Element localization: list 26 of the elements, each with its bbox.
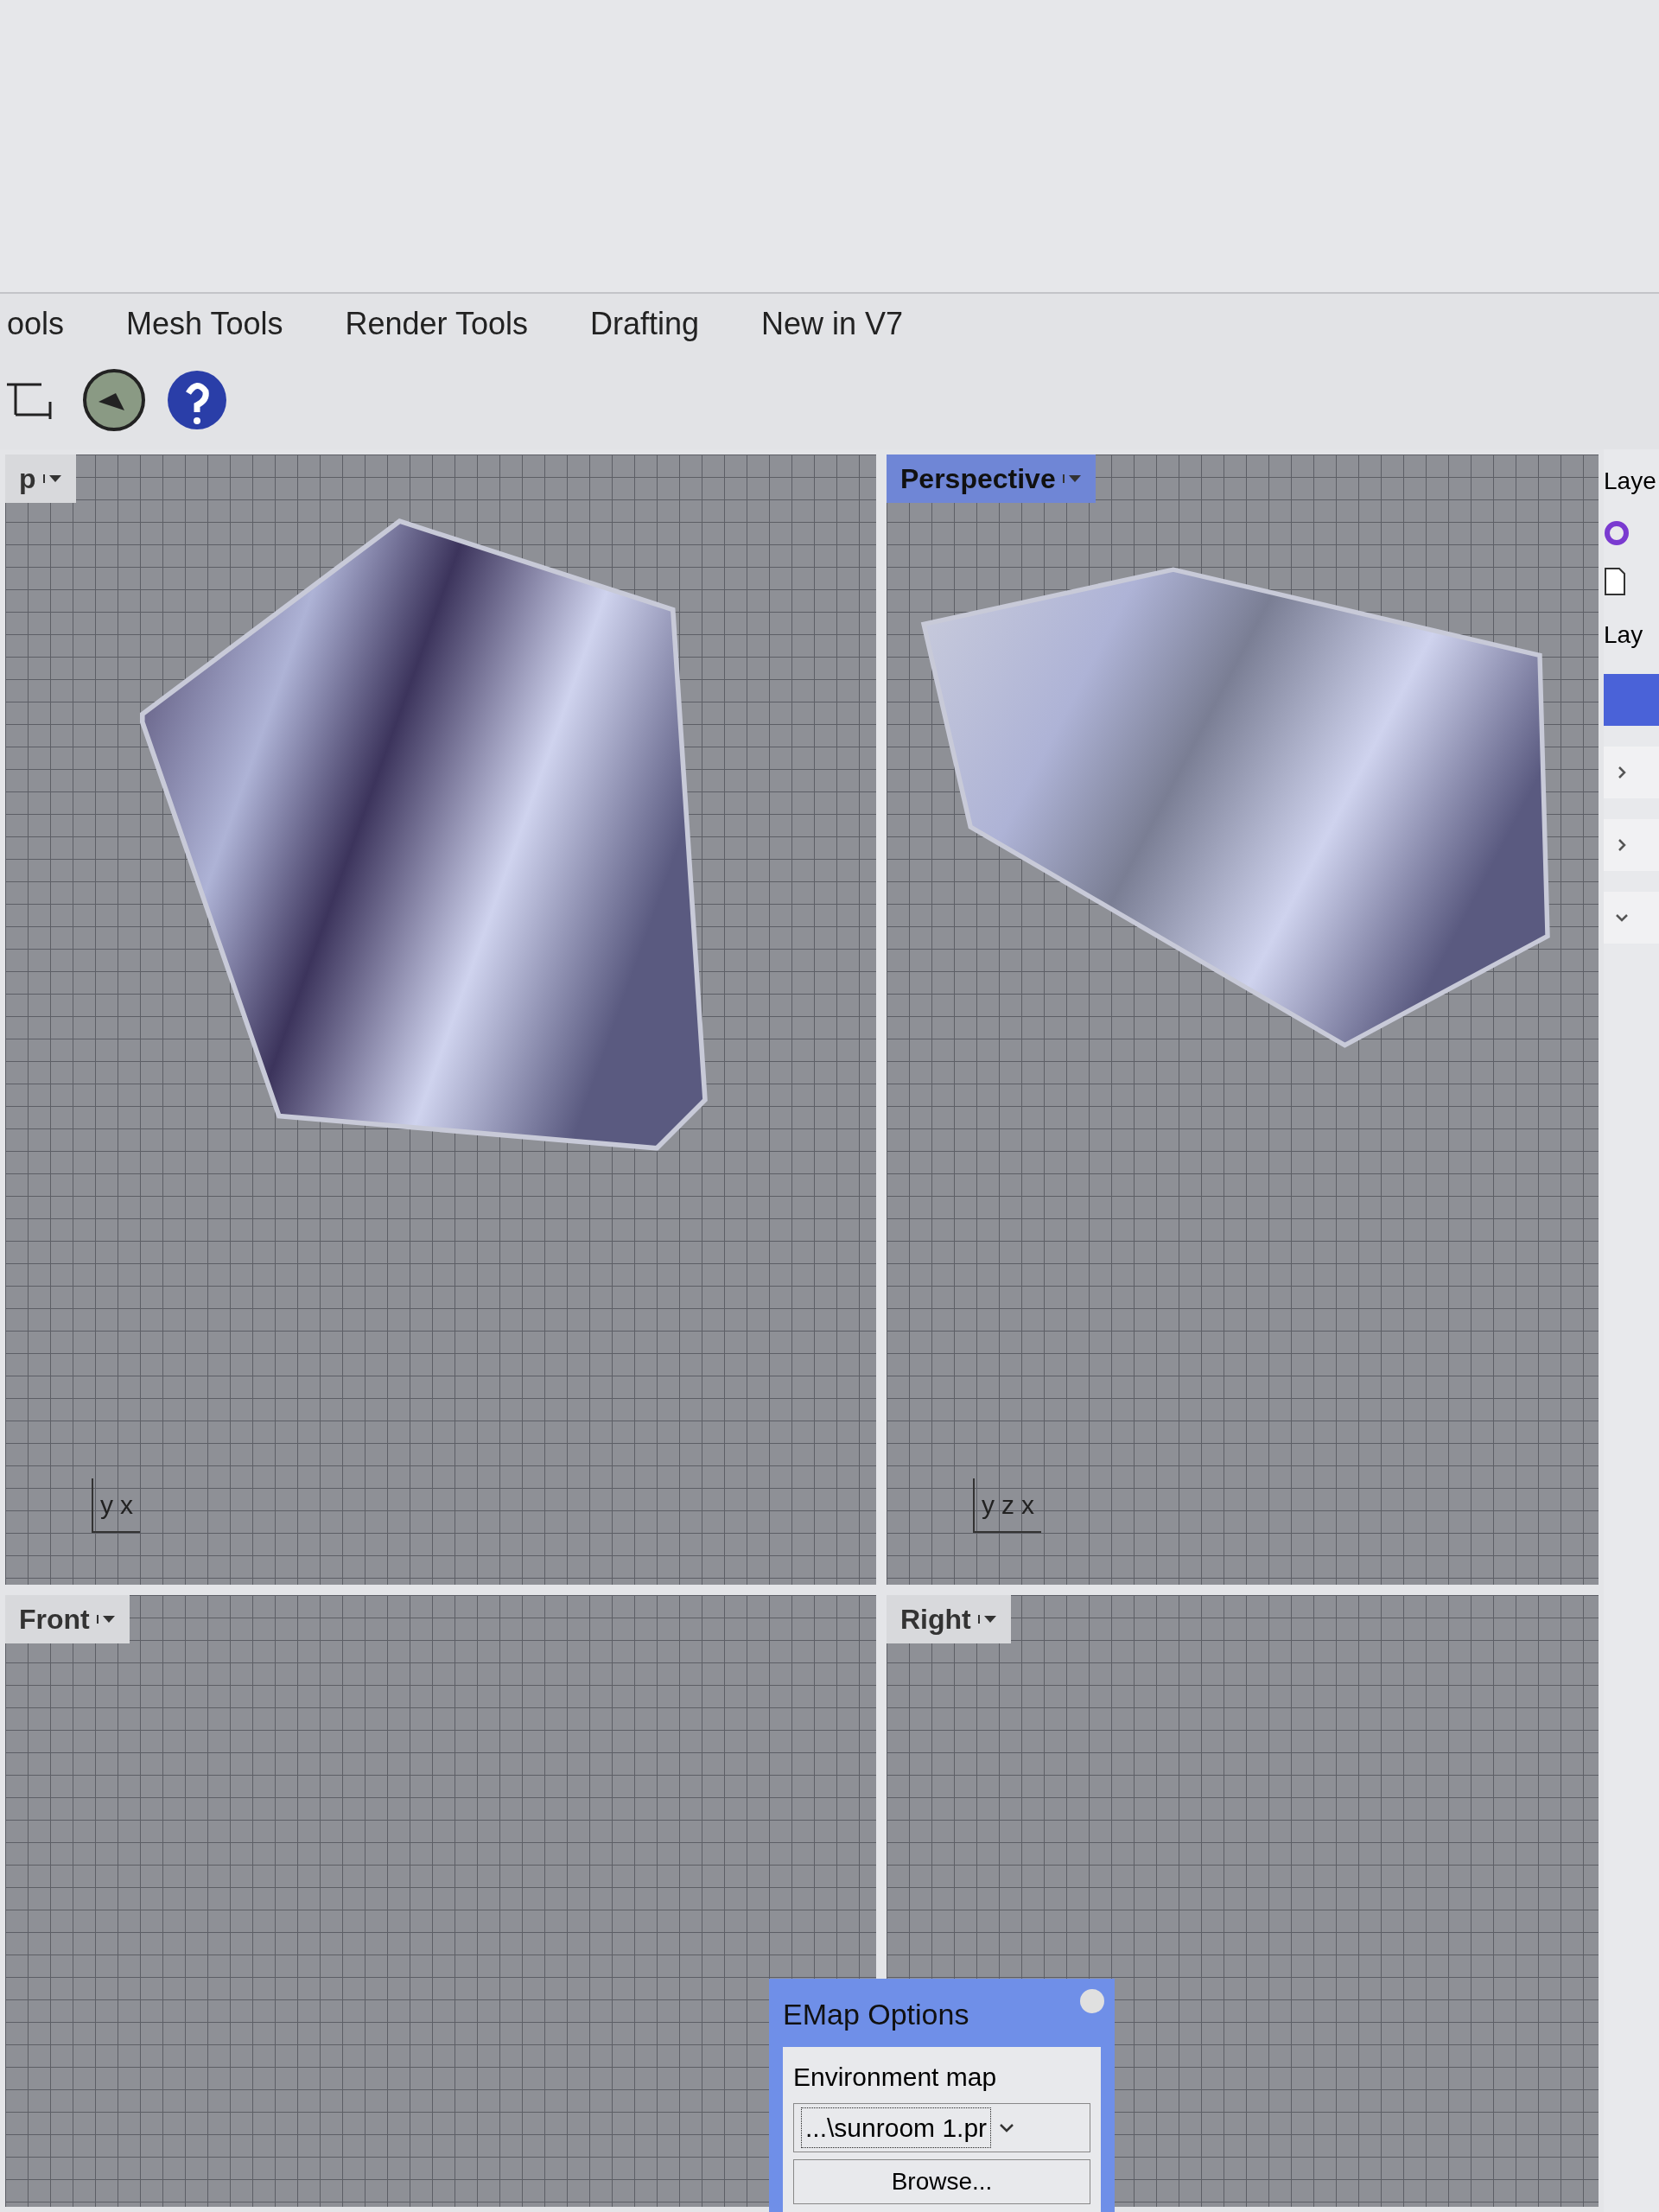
viewport-title[interactable]: Perspective [887, 454, 1096, 503]
dialog-title: EMap Options [783, 1997, 969, 2032]
caret-icon[interactable] [48, 474, 62, 483]
field-label: Environment map [793, 2062, 998, 2093]
viewport-title[interactable]: Front [5, 1595, 130, 1643]
column-header: Lay [1604, 620, 1644, 650]
axis-label: y [982, 1490, 995, 1521]
toolbar-tab[interactable]: New in V7 [754, 301, 911, 347]
toolbar-tab[interactable]: Mesh Tools [119, 301, 290, 347]
toolbar-tab[interactable]: Render Tools [338, 301, 535, 347]
caret-icon[interactable] [982, 1615, 997, 1624]
viewport-title[interactable]: Right [887, 1595, 1011, 1643]
browse-button[interactable]: Browse... [793, 2159, 1090, 2204]
panel-title: Laye [1604, 467, 1657, 496]
axis-label: x [120, 1490, 133, 1521]
toolbar-tab[interactable]: Drafting [582, 301, 706, 347]
caret-icon[interactable] [101, 1615, 116, 1624]
axis-label: z [1001, 1490, 1014, 1521]
chevron-icon[interactable] [998, 2121, 1016, 2134]
caret-icon[interactable] [1067, 474, 1082, 483]
axis-label: y [100, 1490, 113, 1521]
color-wheel-icon[interactable] [1604, 520, 1630, 546]
toolbar-tab[interactable]: ools [0, 301, 72, 347]
axis-label: x [1021, 1490, 1034, 1521]
viewport-title[interactable]: p [5, 454, 76, 503]
environment-map-dropdown[interactable]: ...\sunroom 1.pr [793, 2103, 1090, 2152]
